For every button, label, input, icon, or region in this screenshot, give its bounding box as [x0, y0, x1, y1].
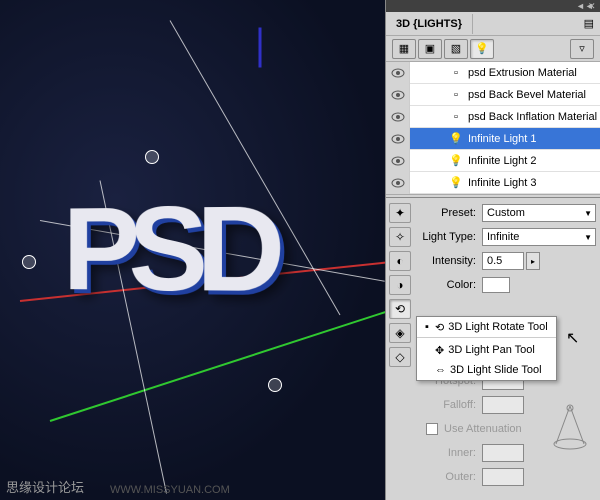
light-misc-tool-icon[interactable]: ◈ — [389, 323, 411, 343]
close-icon[interactable]: ✕ — [588, 2, 597, 11]
delete-light-icon[interactable]: ✧ — [389, 227, 411, 247]
color-swatch[interactable] — [482, 277, 510, 293]
light-handle[interactable] — [145, 150, 159, 164]
3d-viewport[interactable]: PSD 思缘设计论坛 WWW.MISSYUAN.COM — [0, 0, 385, 500]
layer-row[interactable]: 💡Infinite Light 2 — [386, 150, 600, 172]
flyout-rotate-tool[interactable]: ▪ ⟲ 3D Light Rotate Tool — [417, 317, 556, 337]
watermark-url: WWW.MISSYUAN.COM — [110, 484, 230, 496]
layer-row[interactable]: ▫psd Extrusion Material — [386, 62, 600, 84]
layer-row[interactable]: 💡Infinite Light 1 — [386, 128, 600, 150]
visibility-toggle[interactable] — [386, 84, 410, 106]
visibility-toggle[interactable] — [386, 106, 410, 128]
outer-input — [482, 468, 524, 486]
filter-scene-icon[interactable]: ▦ — [392, 39, 416, 59]
collapse-icon[interactable]: ◄◄ — [576, 2, 585, 11]
light-cone-diagram — [552, 404, 588, 450]
light-tool2-icon[interactable]: ◑ — [389, 275, 411, 295]
visibility-toggle[interactable] — [386, 150, 410, 172]
filter-light-icon[interactable]: 💡 — [470, 39, 494, 59]
layer-row[interactable]: 💡Infinite Light 3 — [386, 172, 600, 194]
material-icon: ▫ — [448, 67, 464, 79]
flyout-slide-tool[interactable]: ⇔ 3D Light Slide Tool — [417, 360, 556, 380]
light-handle[interactable] — [268, 378, 282, 392]
visibility-toggle[interactable] — [386, 172, 410, 194]
layer-list[interactable]: ▫psd Extrusion Material▫psd Back Bevel M… — [386, 62, 600, 194]
intensity-input[interactable] — [482, 252, 524, 270]
visibility-toggle[interactable] — [386, 62, 410, 84]
filter-toolbar: ▦ ▣ ▧ 💡 ▿ — [386, 36, 600, 62]
z-axis — [259, 28, 262, 68]
layer-name: psd Extrusion Material — [464, 67, 600, 79]
falloff-label: Falloff: — [414, 399, 482, 411]
panel-menu-icon[interactable]: ▤ — [578, 17, 600, 30]
light-tool-flyout: ▪ ⟲ 3D Light Rotate Tool ✥ 3D Light Pan … — [416, 316, 557, 381]
flyout-pan-tool[interactable]: ✥ 3D Light Pan Tool — [417, 340, 556, 360]
layer-name: Infinite Light 1 — [464, 133, 600, 145]
layer-name: psd Back Bevel Material — [464, 89, 600, 101]
material-icon: ▫ — [448, 89, 464, 101]
3d-lights-panel: ◄◄ ✕ 3D {LIGHTS} ▤ ▦ ▣ ▧ 💡 ▿ ▫psd Extrus… — [385, 0, 600, 500]
intensity-slider-icon[interactable]: ▸ — [526, 252, 540, 270]
panel-topbar: ◄◄ ✕ — [386, 0, 600, 12]
layer-row[interactable]: ▫psd Back Inflation Material — [386, 106, 600, 128]
attenuation-label: Use Attenuation — [438, 423, 522, 435]
light-icon: 💡 — [448, 132, 464, 145]
layer-row[interactable]: ▫psd Back Bevel Material — [386, 84, 600, 106]
mouse-cursor-icon: ↖ — [566, 328, 579, 348]
lighttype-label: Light Type: — [414, 231, 482, 243]
light-handle[interactable] — [22, 255, 36, 269]
rotate-icon: ⟲ — [435, 321, 444, 334]
watermark: 思缘设计论坛 — [6, 477, 84, 496]
intensity-label: Intensity: — [414, 255, 482, 267]
filter-material-icon[interactable]: ▧ — [444, 39, 468, 59]
visibility-toggle[interactable] — [386, 128, 410, 150]
light-tool-icon[interactable]: ◐ — [389, 251, 411, 271]
filter-options-icon[interactable]: ▿ — [570, 39, 594, 59]
color-label: Color: — [414, 279, 482, 291]
falloff-input — [482, 396, 524, 414]
material-icon: ▫ — [448, 111, 464, 123]
new-light-icon[interactable]: ✦ — [389, 203, 411, 223]
preset-label: Preset: — [414, 207, 482, 219]
panel-tab-row: 3D {LIGHTS} ▤ — [386, 12, 600, 36]
preset-dropdown[interactable]: Custom — [482, 204, 596, 222]
light-icon: 💡 — [448, 154, 464, 167]
light-icon: 💡 — [448, 176, 464, 189]
light-rotate-tool-icon[interactable]: ⟲ — [389, 299, 411, 319]
outer-label: Outer: — [414, 471, 482, 483]
slide-icon: ⇔ — [435, 364, 446, 376]
3d-text: PSD — [63, 178, 273, 319]
tab-3d-lights[interactable]: 3D {LIGHTS} — [386, 14, 473, 34]
light-point-tool-icon[interactable]: ◇ — [389, 347, 411, 367]
filter-mesh-icon[interactable]: ▣ — [418, 39, 442, 59]
lighttype-dropdown[interactable]: Infinite — [482, 228, 596, 246]
layer-name: psd Back Inflation Material — [464, 111, 600, 123]
pan-icon: ✥ — [435, 344, 444, 357]
layer-name: Infinite Light 2 — [464, 155, 600, 167]
inner-label: Inner: — [414, 447, 482, 459]
layer-name: Infinite Light 3 — [464, 177, 600, 189]
inner-input — [482, 444, 524, 462]
attenuation-checkbox[interactable] — [426, 423, 438, 435]
